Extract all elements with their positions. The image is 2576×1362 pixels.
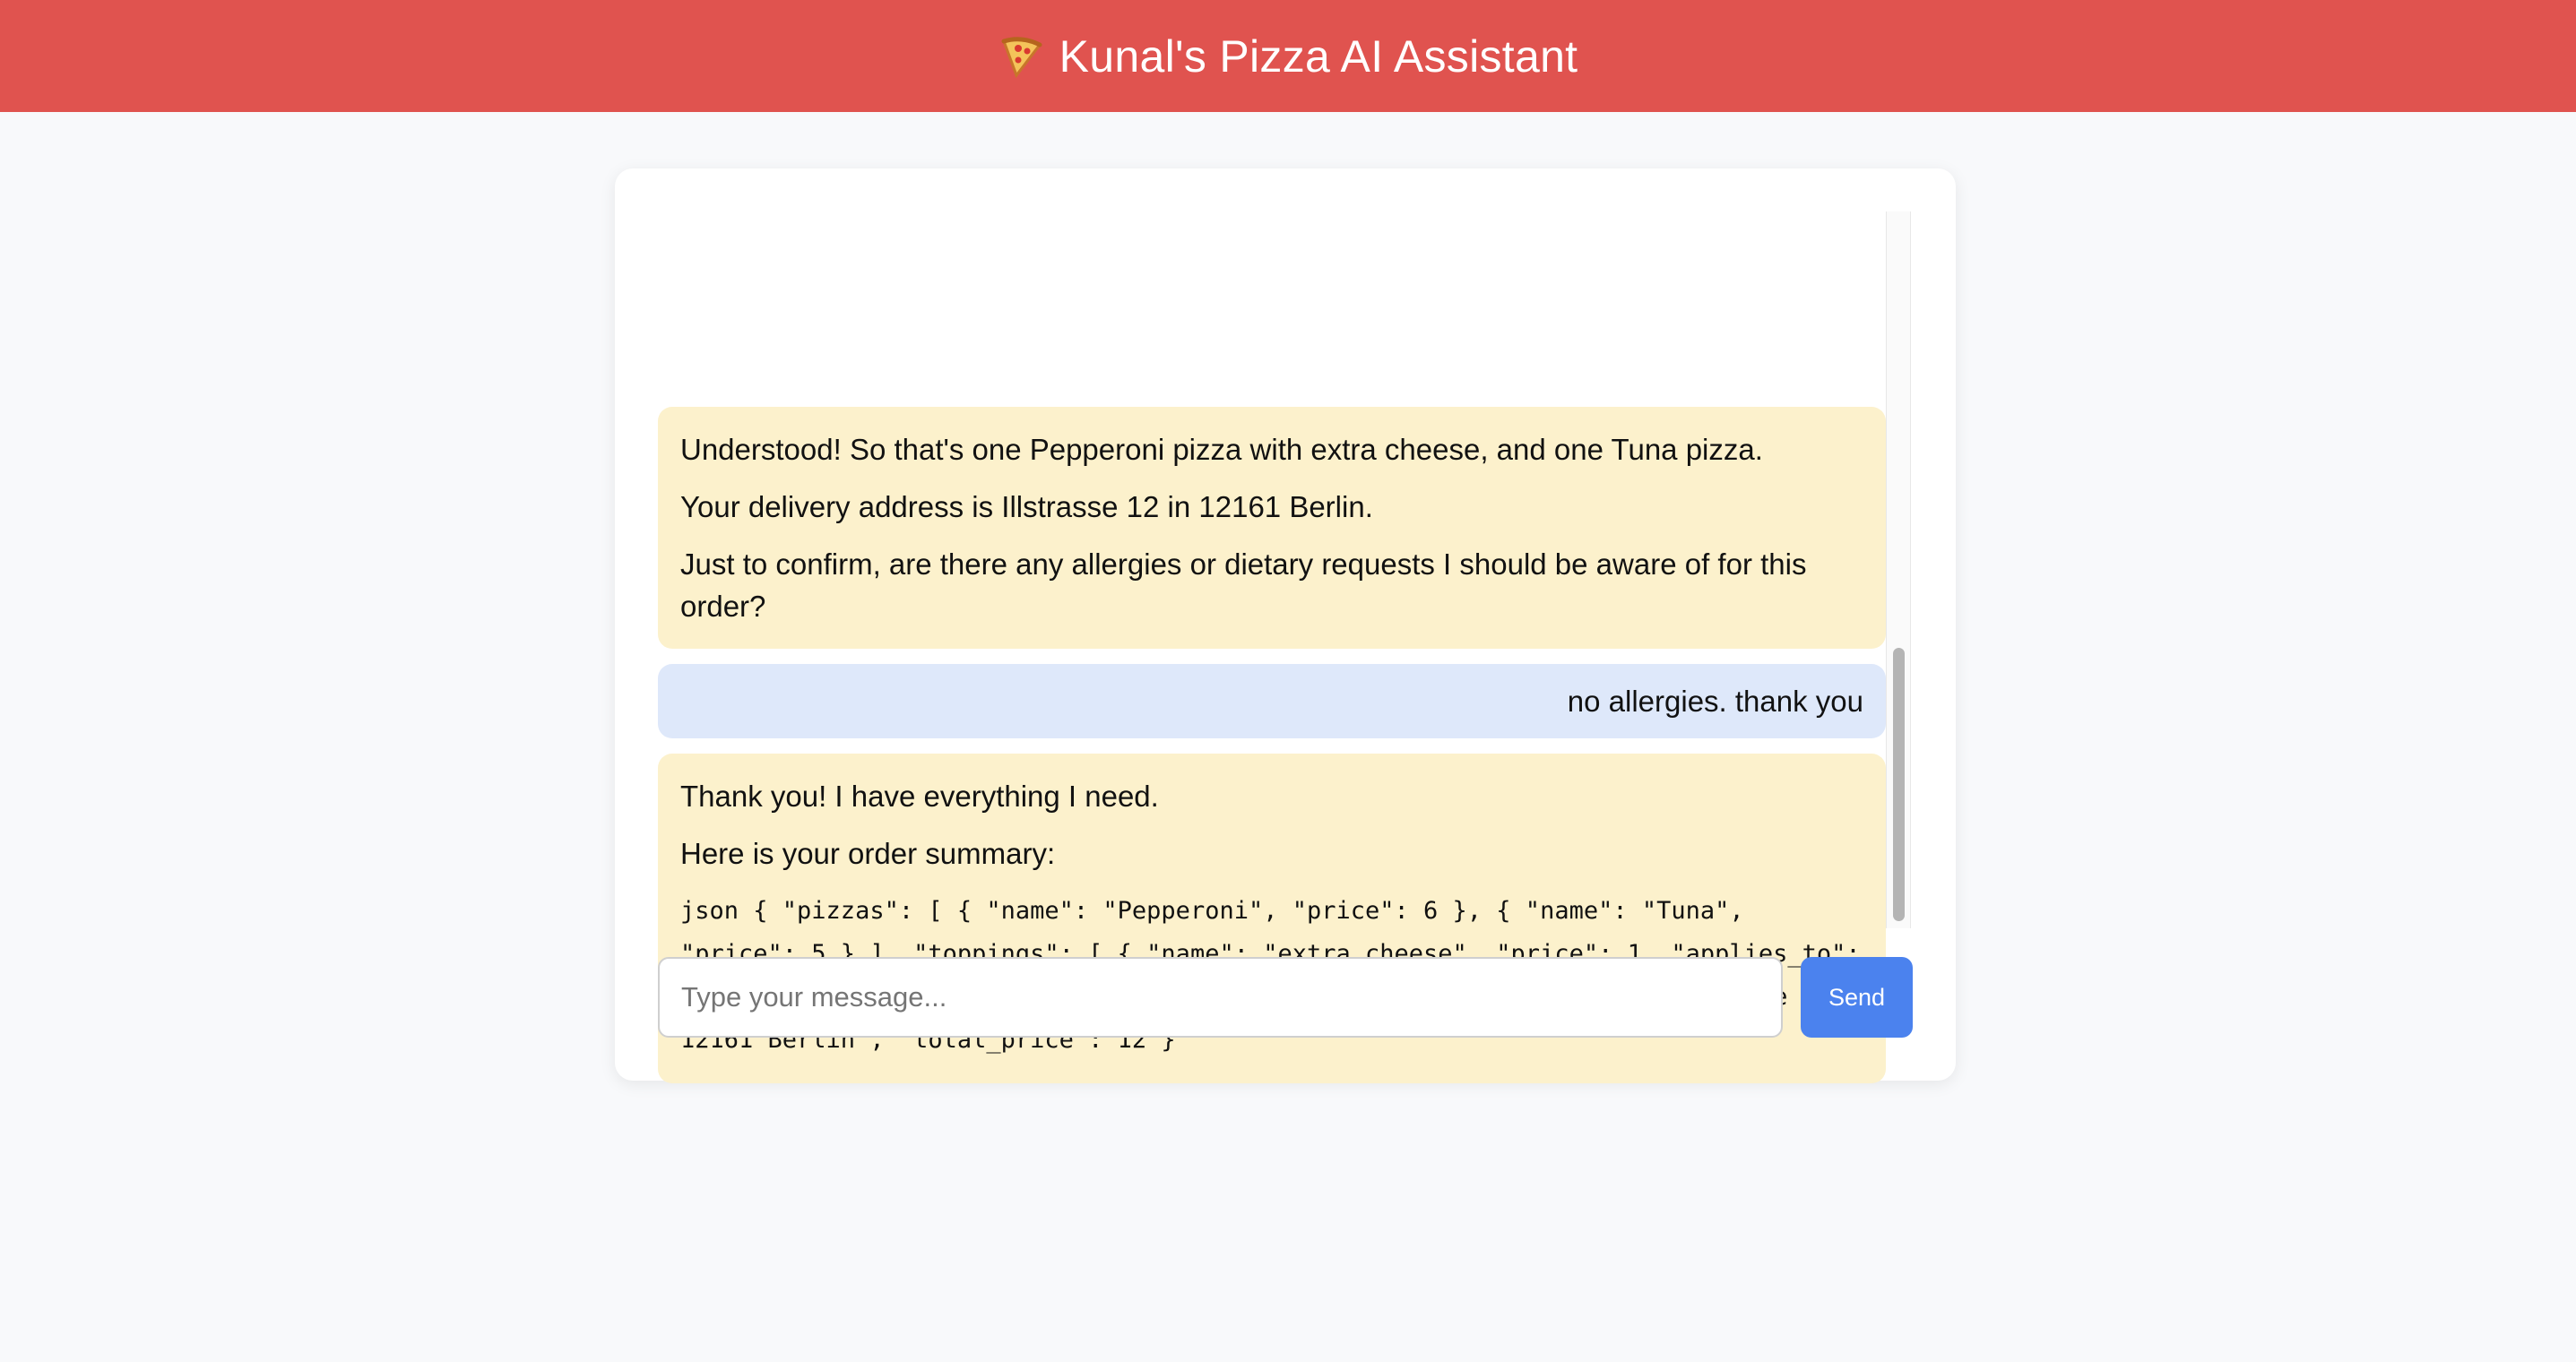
message-text: no allergies. thank you: [1567, 685, 1863, 718]
message-text: Understood! So that's one Pepperoni pizz…: [680, 433, 1763, 466]
message-list-scrollbar[interactable]: [1886, 211, 1911, 928]
message-text: Your delivery address is Illstrasse 12 i…: [680, 490, 1373, 523]
user-message: no allergies. thank you: [658, 664, 1886, 738]
message-text: Thank you! I have everything I need.: [680, 780, 1159, 813]
chat-panel: Understood! So that's one Pepperoni pizz…: [615, 168, 1956, 1083]
message-input[interactable]: [658, 957, 1783, 1038]
composer: Send: [658, 957, 1913, 1038]
message-text: Just to confirm, are there any allergies…: [680, 547, 1807, 623]
assistant-message: Understood! So that's one Pepperoni pizz…: [658, 407, 1886, 649]
app-title: Kunal's Pizza AI Assistant: [1059, 30, 1578, 82]
scrollbar-thumb[interactable]: [1893, 648, 1905, 921]
app-header: Kunal's Pizza AI Assistant: [0, 0, 2576, 112]
send-button[interactable]: Send: [1801, 957, 1913, 1038]
pizza-icon: [998, 34, 1043, 79]
message-text: Here is your order summary:: [680, 837, 1056, 870]
